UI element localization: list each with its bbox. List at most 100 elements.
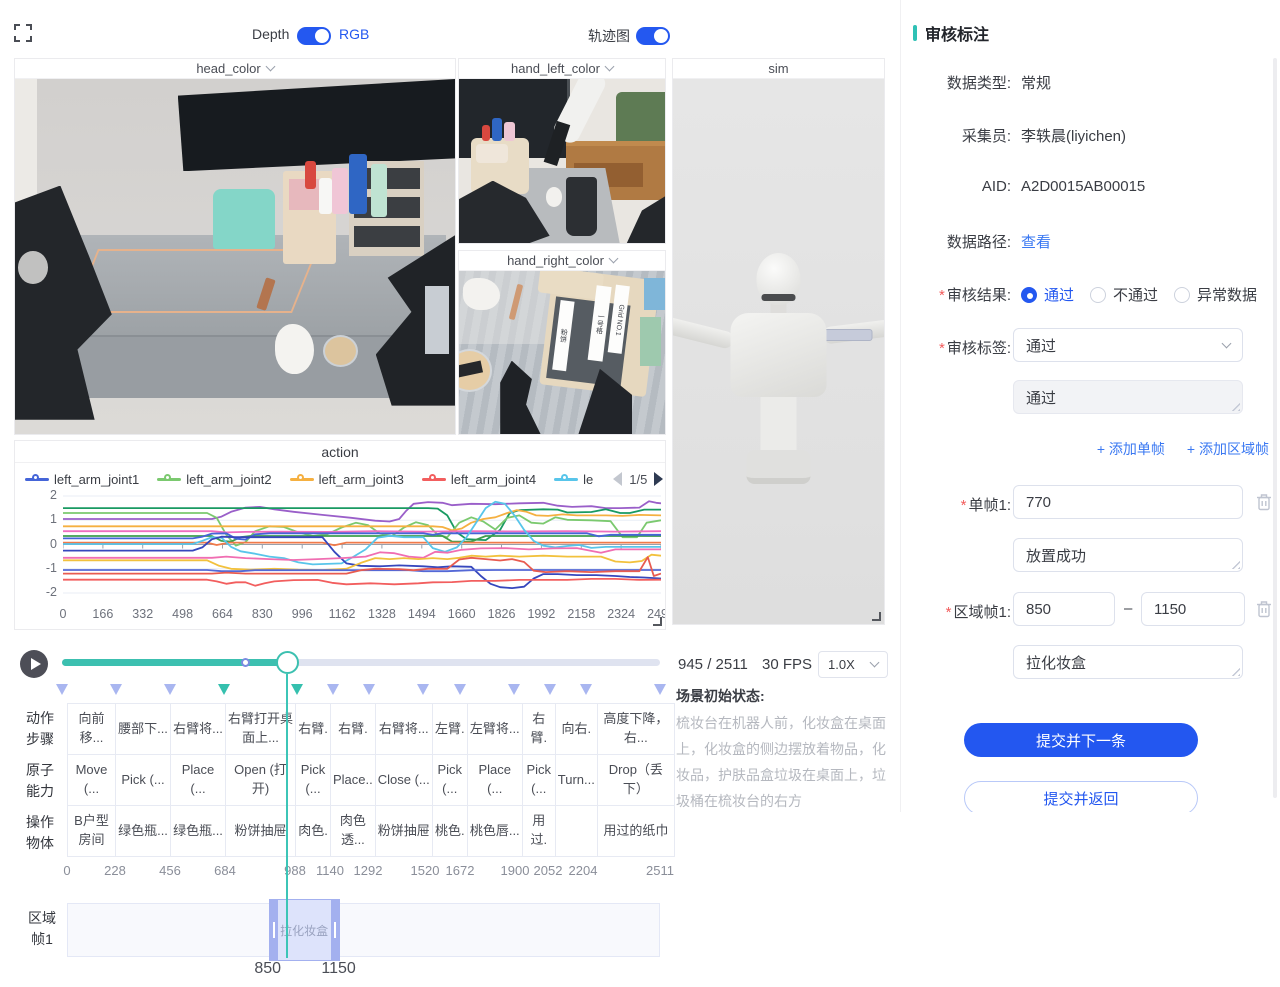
resize-handle-icon[interactable] [872, 612, 881, 621]
legend-next-icon[interactable] [654, 472, 663, 486]
head-camera-image [15, 79, 455, 434]
single-frame-desc-text: 放置成功 [1026, 545, 1086, 566]
review-result-option[interactable]: 通过 [1021, 284, 1074, 305]
legend-item[interactable]: left_arm_joint4 [422, 472, 536, 487]
legend-prev-icon[interactable] [613, 472, 622, 486]
x-axis-tick: 2158 [567, 607, 595, 621]
play-icon [31, 658, 41, 670]
playback-speed-select[interactable]: 1.0X [818, 651, 888, 678]
table-cell: 右臂. [522, 704, 555, 755]
resize-grip-icon[interactable] [1231, 560, 1240, 569]
radio-icon[interactable] [1021, 287, 1037, 303]
timeline-marker[interactable] [110, 684, 122, 695]
review-tag-label: *审核标签: [913, 337, 1011, 358]
delete-region-frame-icon[interactable] [1256, 600, 1272, 618]
play-button[interactable] [20, 650, 48, 678]
progress-fill [62, 659, 287, 666]
frame-counter: 945 / 2511 [678, 656, 748, 673]
resize-handle-icon[interactable] [653, 617, 662, 626]
timeline-marker[interactable] [580, 684, 592, 695]
region-frame-track[interactable]: 拉化妆盒 [67, 903, 660, 957]
chart-x-axis: 0166332498664830996116213281494166018261… [15, 607, 666, 625]
review-result-option[interactable]: 异常数据 [1174, 284, 1257, 305]
table-cell: Open (打开) [226, 755, 296, 806]
collector-label: 采集员: [913, 125, 1011, 146]
chevron-down-icon [870, 658, 880, 668]
aid-label: AID: [913, 178, 1011, 195]
review-tag-select[interactable]: 通过 [1013, 328, 1243, 362]
timeline-marker[interactable] [654, 684, 666, 695]
review-panel-title-text: 审核标注 [925, 21, 989, 45]
hand-left-camera-header[interactable]: hand_left_color [459, 59, 665, 79]
radio-icon[interactable] [1090, 287, 1106, 303]
timeline-marker[interactable] [508, 684, 520, 695]
sim-panel: sim [672, 58, 885, 625]
table-cell: 粉饼抽屉 [226, 806, 296, 857]
trajectory-toggle[interactable] [636, 27, 670, 45]
resize-grip-icon[interactable] [1231, 402, 1240, 411]
submit-next-button[interactable]: 提交并下一条 [964, 723, 1198, 757]
single-frame-input[interactable]: 770 [1013, 485, 1243, 519]
hand-left-camera-title: hand_left_color [511, 61, 600, 76]
legend-item[interactable]: left_arm_joint1 [25, 472, 139, 487]
timeline-marker[interactable] [417, 684, 429, 695]
timeline-marker[interactable] [363, 684, 375, 695]
progress-slider[interactable] [62, 659, 660, 666]
aid-value: A2D0015AB00015 [1021, 178, 1145, 195]
table-cell: 向前移... [68, 704, 116, 755]
timeline-marker[interactable] [164, 684, 176, 695]
steps-table: 向前移...腰部下...右臂将...右臂打开桌面上...右臂.右臂.右臂将...… [67, 703, 675, 857]
fullscreen-icon[interactable] [14, 24, 32, 42]
submit-return-button[interactable]: 提交并返回 [964, 781, 1198, 812]
timeline-marker[interactable] [291, 684, 303, 695]
timeline-marker[interactable] [544, 684, 556, 695]
region-segment[interactable]: 拉化妆盒 [269, 899, 340, 961]
scene-initial-state: 场景初始状态: 梳妆台在机器人前，化妆盒在桌面上，化妆盒的侧边摆放着物品，化妆品… [676, 686, 895, 814]
add-single-frame-link[interactable]: + 添加单帧 [1097, 439, 1165, 459]
single-frame-dot[interactable] [241, 658, 250, 667]
x-axis-tick: 664 [212, 607, 233, 621]
resize-grip-icon[interactable] [1231, 667, 1240, 676]
x-axis-tick: 1826 [488, 607, 516, 621]
region-handle-left[interactable] [270, 900, 278, 960]
table-cell: 绿色瓶... [116, 806, 171, 857]
review-panel: 审核标注 数据类型: 常规 采集员: 李轶晨(liyichen) AID: A2… [900, 0, 1280, 812]
timeline-marker[interactable] [454, 684, 466, 695]
head-camera-header[interactable]: head_color [15, 59, 455, 79]
region-desc-textarea[interactable]: 拉化妆盒 [1013, 645, 1243, 679]
data-type-label: 数据类型: [913, 72, 1011, 93]
add-region-frame-link[interactable]: + 添加区域帧 [1187, 439, 1269, 459]
timeline-marker[interactable] [327, 684, 339, 695]
region-handle-right[interactable] [331, 900, 339, 960]
required-star: * [939, 340, 945, 357]
hand-right-camera-header[interactable]: hand_right_color [459, 251, 665, 271]
region-desc-text: 拉化妆盒 [1026, 652, 1086, 673]
region-start-input[interactable]: 850 [1013, 592, 1115, 626]
legend-item[interactable]: left_arm_joint3 [290, 472, 404, 487]
timeline-marker[interactable] [56, 684, 68, 695]
legend-item[interactable]: le [554, 472, 593, 487]
x-axis-tick: 332 [132, 607, 153, 621]
table-row-header: 动作步骤 [18, 708, 62, 750]
scrollbar[interactable] [1273, 58, 1277, 798]
radio-icon[interactable] [1174, 287, 1190, 303]
legend-item[interactable]: left_arm_joint2 [157, 472, 271, 487]
hand-left-camera-image [459, 79, 665, 243]
single-frame-desc-textarea[interactable]: 放置成功 [1013, 538, 1243, 572]
delete-single-frame-icon[interactable] [1256, 493, 1272, 511]
table-axis-label: 1292 [354, 863, 383, 878]
table-cell: 肉色. [296, 806, 331, 857]
review-result-option[interactable]: 不通过 [1090, 284, 1158, 305]
table-cell: Pick (... [116, 755, 171, 806]
review-tag-note-textarea[interactable]: 通过 [1013, 380, 1243, 414]
table-cell: 右臂打开桌面上... [226, 704, 296, 755]
data-path-link[interactable]: 查看 [1021, 231, 1051, 252]
region-end-input[interactable]: 1150 [1141, 592, 1245, 626]
region-start-value: 850 [1026, 601, 1051, 618]
progress-handle[interactable] [276, 651, 299, 674]
depth-label: Depth [252, 26, 289, 42]
head-camera-title: head_color [196, 61, 260, 76]
timeline-marker[interactable] [218, 684, 230, 695]
depth-rgb-toggle[interactable] [297, 27, 331, 45]
playhead-line[interactable] [286, 674, 288, 958]
